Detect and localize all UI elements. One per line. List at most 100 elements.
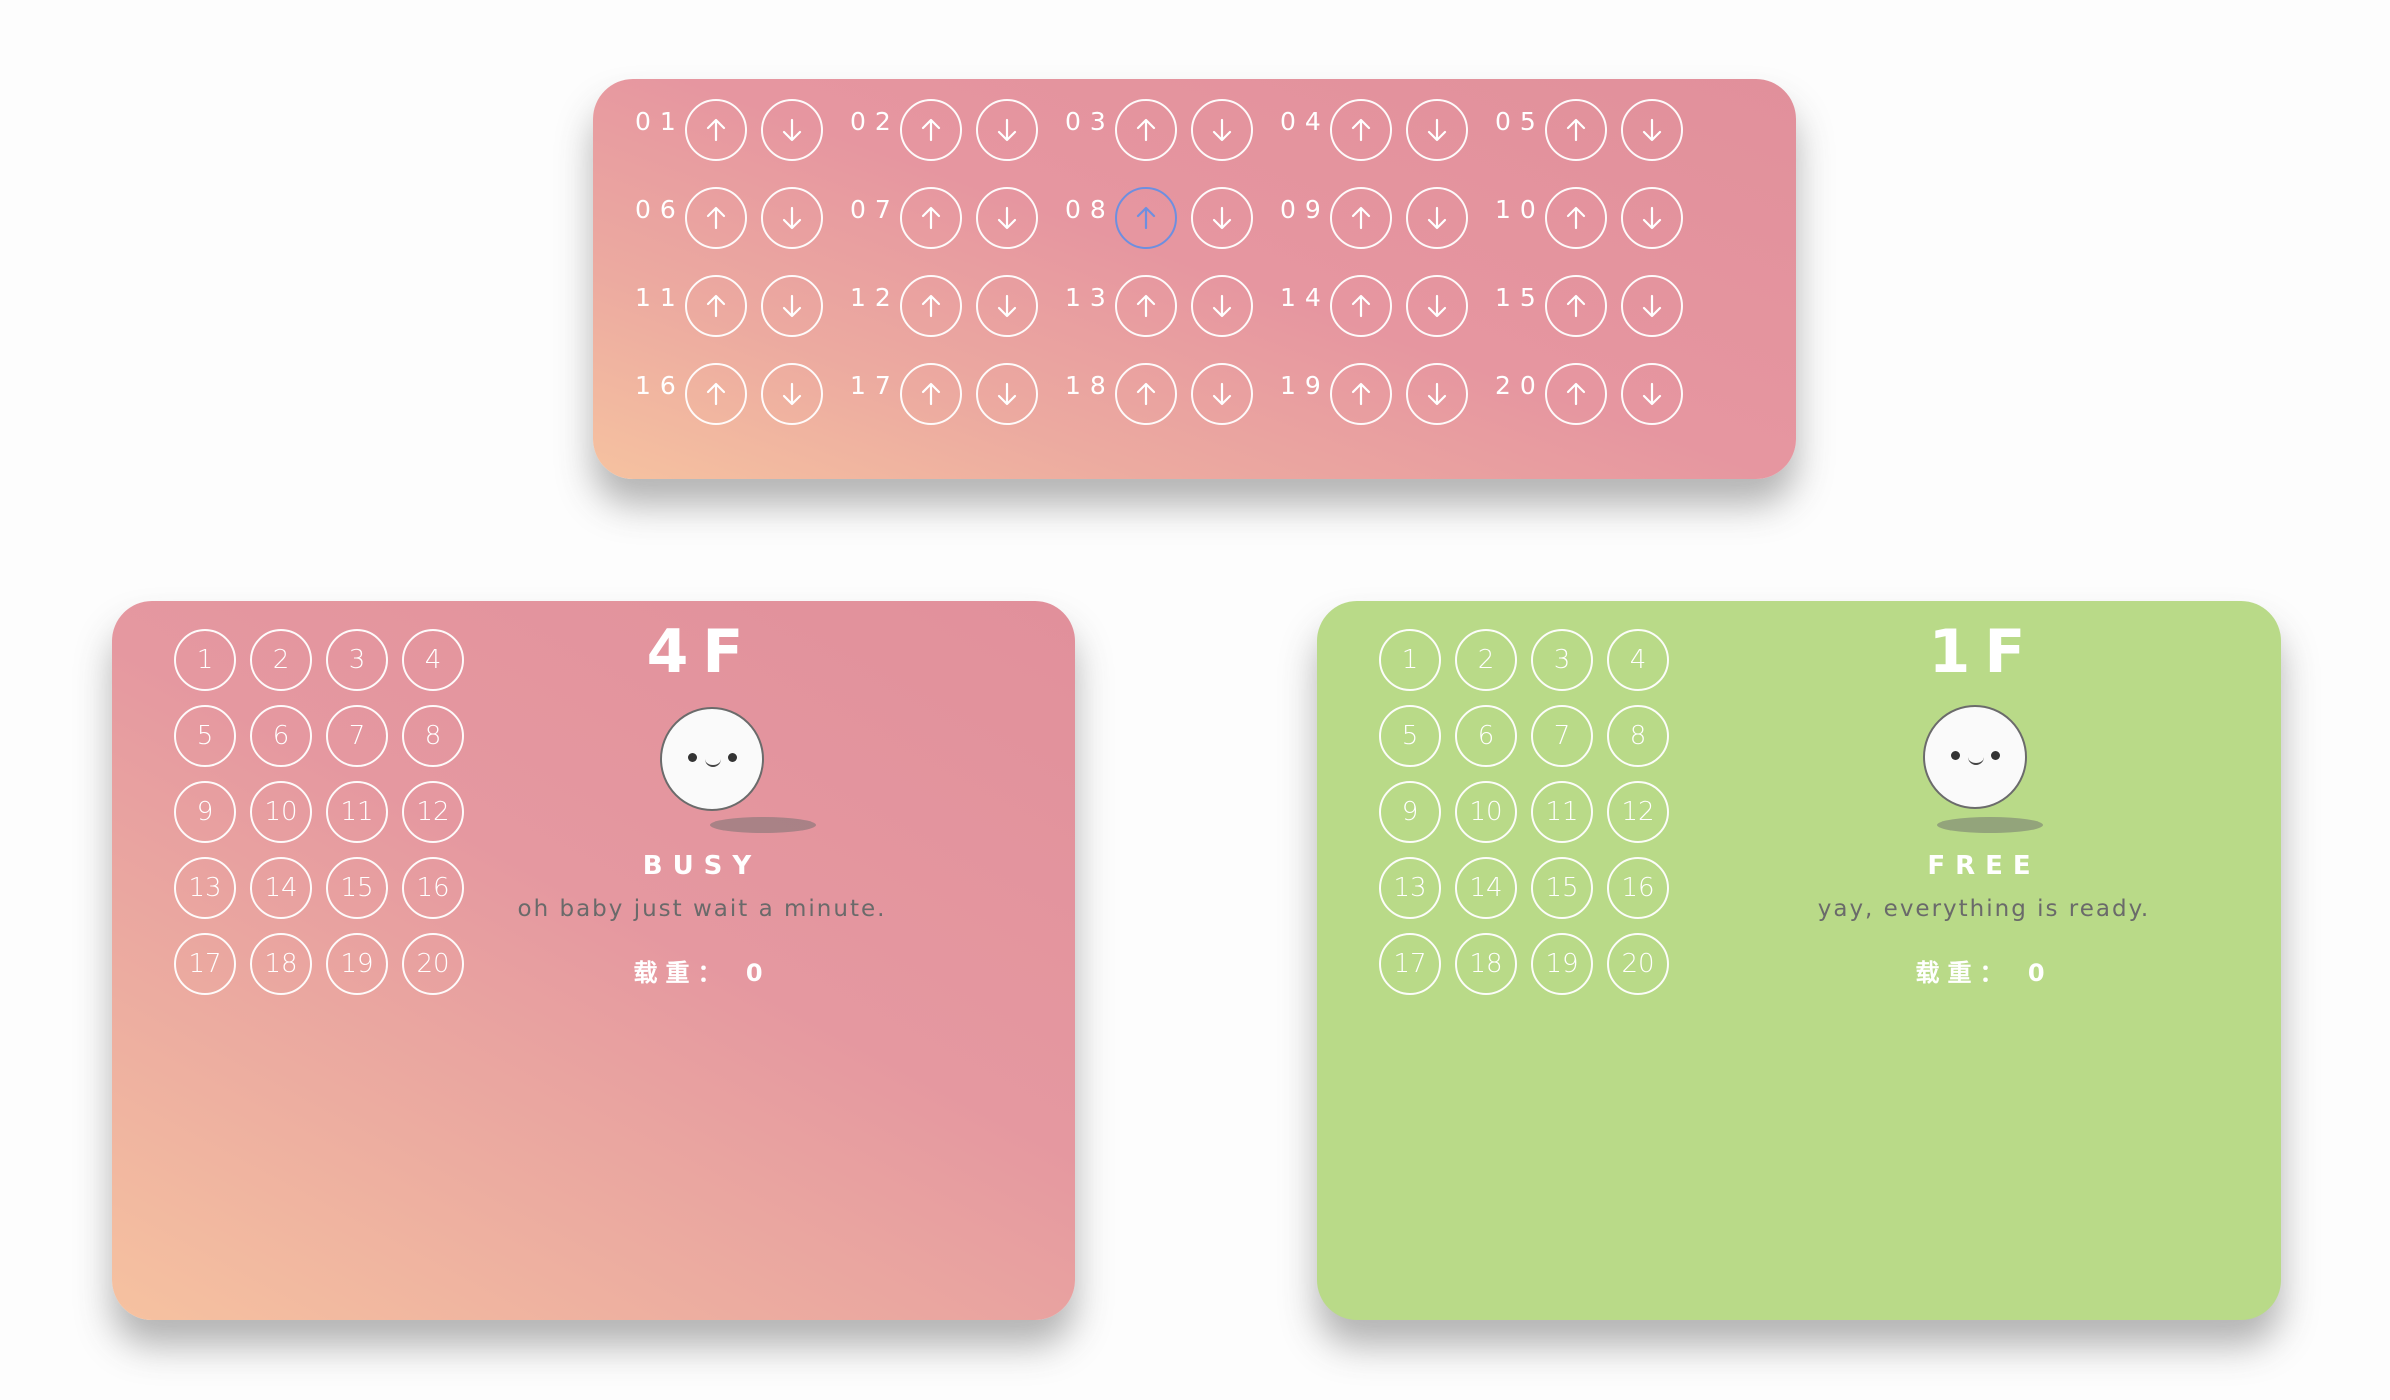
floor-key-button[interactable]: 13 [1379, 857, 1441, 919]
call-up-button[interactable] [685, 187, 747, 249]
call-up-button[interactable] [1330, 99, 1392, 161]
call-down-button[interactable] [1621, 99, 1683, 161]
elevator-face-icon [660, 707, 764, 811]
floor-key-button[interactable]: 18 [250, 933, 312, 995]
floor-key-button[interactable]: 2 [1455, 629, 1517, 691]
call-down-button[interactable] [761, 363, 823, 425]
floor-key-button[interactable]: 19 [326, 933, 388, 995]
floor-key-button[interactable]: 19 [1531, 933, 1593, 995]
floor-key-button[interactable]: 18 [1455, 933, 1517, 995]
call-up-button[interactable] [900, 99, 962, 161]
arrow-up-icon [921, 294, 941, 318]
call-down-button[interactable] [1406, 363, 1468, 425]
call-down-button[interactable] [976, 99, 1038, 161]
floor-key-button[interactable]: 9 [174, 781, 236, 843]
floor-key-button[interactable]: 17 [1379, 933, 1441, 995]
call-up-button[interactable] [1545, 99, 1607, 161]
floor-number-label: 08 [1065, 195, 1115, 224]
call-up-button[interactable] [1330, 187, 1392, 249]
call-down-button[interactable] [761, 275, 823, 337]
floor-key-button[interactable]: 12 [1607, 781, 1669, 843]
call-down-button[interactable] [1191, 363, 1253, 425]
call-down-button[interactable] [761, 187, 823, 249]
arrow-up-icon [706, 382, 726, 406]
elevator-face-icon [1923, 705, 2027, 809]
floor-key-button[interactable]: 15 [326, 857, 388, 919]
call-up-button[interactable] [685, 99, 747, 161]
floor-number-label: 14 [1280, 283, 1330, 312]
call-down-button[interactable] [1406, 275, 1468, 337]
floor-key-button[interactable]: 16 [1607, 857, 1669, 919]
call-up-button[interactable] [1115, 187, 1177, 249]
call-down-button[interactable] [761, 99, 823, 161]
floor-key-button[interactable]: 13 [174, 857, 236, 919]
floor-key-button[interactable]: 17 [174, 933, 236, 995]
call-up-button[interactable] [900, 187, 962, 249]
call-up-button[interactable] [1115, 363, 1177, 425]
floor-key-button[interactable]: 7 [1531, 705, 1593, 767]
call-down-button[interactable] [1621, 275, 1683, 337]
arrow-up-icon [1136, 206, 1156, 230]
floor-key-button[interactable]: 10 [1455, 781, 1517, 843]
arrow-down-icon [782, 118, 802, 142]
call-down-button[interactable] [1191, 187, 1253, 249]
floor-number-label: 13 [1065, 283, 1115, 312]
call-down-button[interactable] [1406, 99, 1468, 161]
call-up-button[interactable] [685, 275, 747, 337]
floor-key-button[interactable]: 14 [1455, 857, 1517, 919]
arrow-up-icon [1136, 118, 1156, 142]
floor-key-button[interactable]: 9 [1379, 781, 1441, 843]
floor-key-button[interactable]: 1 [1379, 629, 1441, 691]
call-up-button[interactable] [1115, 99, 1177, 161]
floor-key-button[interactable]: 5 [174, 705, 236, 767]
call-down-button[interactable] [1621, 363, 1683, 425]
elevator-car-panel-b: 1 2 3 4 5 6 7 8 9 10 11 12 13 14 15 16 17 18 19 20 1F FREE … [1317, 601, 2281, 1320]
floor-key-button[interactable]: 5 [1379, 705, 1441, 767]
call-up-button[interactable] [1330, 363, 1392, 425]
floor-number-label: 05 [1495, 107, 1545, 136]
floor-key-button[interactable]: 11 [1531, 781, 1593, 843]
floor-key-button[interactable]: 7 [326, 705, 388, 767]
arrow-down-icon [1427, 118, 1447, 142]
floor-key-button[interactable]: 2 [250, 629, 312, 691]
call-down-button[interactable] [976, 363, 1038, 425]
call-down-button[interactable] [976, 187, 1038, 249]
call-down-button[interactable] [1406, 187, 1468, 249]
load-value: 0 [745, 959, 771, 987]
floor-number-label: 06 [635, 195, 685, 224]
floor-key-button[interactable]: 10 [250, 781, 312, 843]
floor-key-button[interactable]: 14 [250, 857, 312, 919]
floor-key-button[interactable]: 11 [326, 781, 388, 843]
call-up-button[interactable] [685, 363, 747, 425]
call-up-button[interactable] [1545, 187, 1607, 249]
arrow-down-icon [1212, 206, 1232, 230]
floor-key-button[interactable]: 8 [402, 705, 464, 767]
call-down-button[interactable] [1191, 99, 1253, 161]
floor-key-button[interactable]: 8 [1607, 705, 1669, 767]
call-up-button[interactable] [1115, 275, 1177, 337]
call-down-button[interactable] [1621, 187, 1683, 249]
call-up-button[interactable] [1545, 275, 1607, 337]
call-down-button[interactable] [1191, 275, 1253, 337]
floor-key-button[interactable]: 6 [1455, 705, 1517, 767]
floor-number-label: 04 [1280, 107, 1330, 136]
floor-number-label: 09 [1280, 195, 1330, 224]
floor-key-button[interactable]: 15 [1531, 857, 1593, 919]
floor-key-button[interactable]: 4 [1607, 629, 1669, 691]
status-label: FREE [1927, 851, 2041, 881]
arrow-down-icon [782, 382, 802, 406]
call-up-button[interactable] [1330, 275, 1392, 337]
floor-key-button[interactable]: 20 [402, 933, 464, 995]
call-down-button[interactable] [976, 275, 1038, 337]
load-readout: 载重： 0 [1784, 953, 2184, 988]
call-up-button[interactable] [1545, 363, 1607, 425]
floor-key-button[interactable]: 6 [250, 705, 312, 767]
floor-key-button[interactable]: 20 [1607, 933, 1669, 995]
floor-key-button[interactable]: 3 [1531, 629, 1593, 691]
floor-key-button[interactable]: 3 [326, 629, 388, 691]
call-up-button[interactable] [900, 275, 962, 337]
call-up-button[interactable] [900, 363, 962, 425]
floor-key-button[interactable]: 12 [402, 781, 464, 843]
floor-key-button[interactable]: 4 [402, 629, 464, 691]
floor-key-button[interactable]: 1 [174, 629, 236, 691]
